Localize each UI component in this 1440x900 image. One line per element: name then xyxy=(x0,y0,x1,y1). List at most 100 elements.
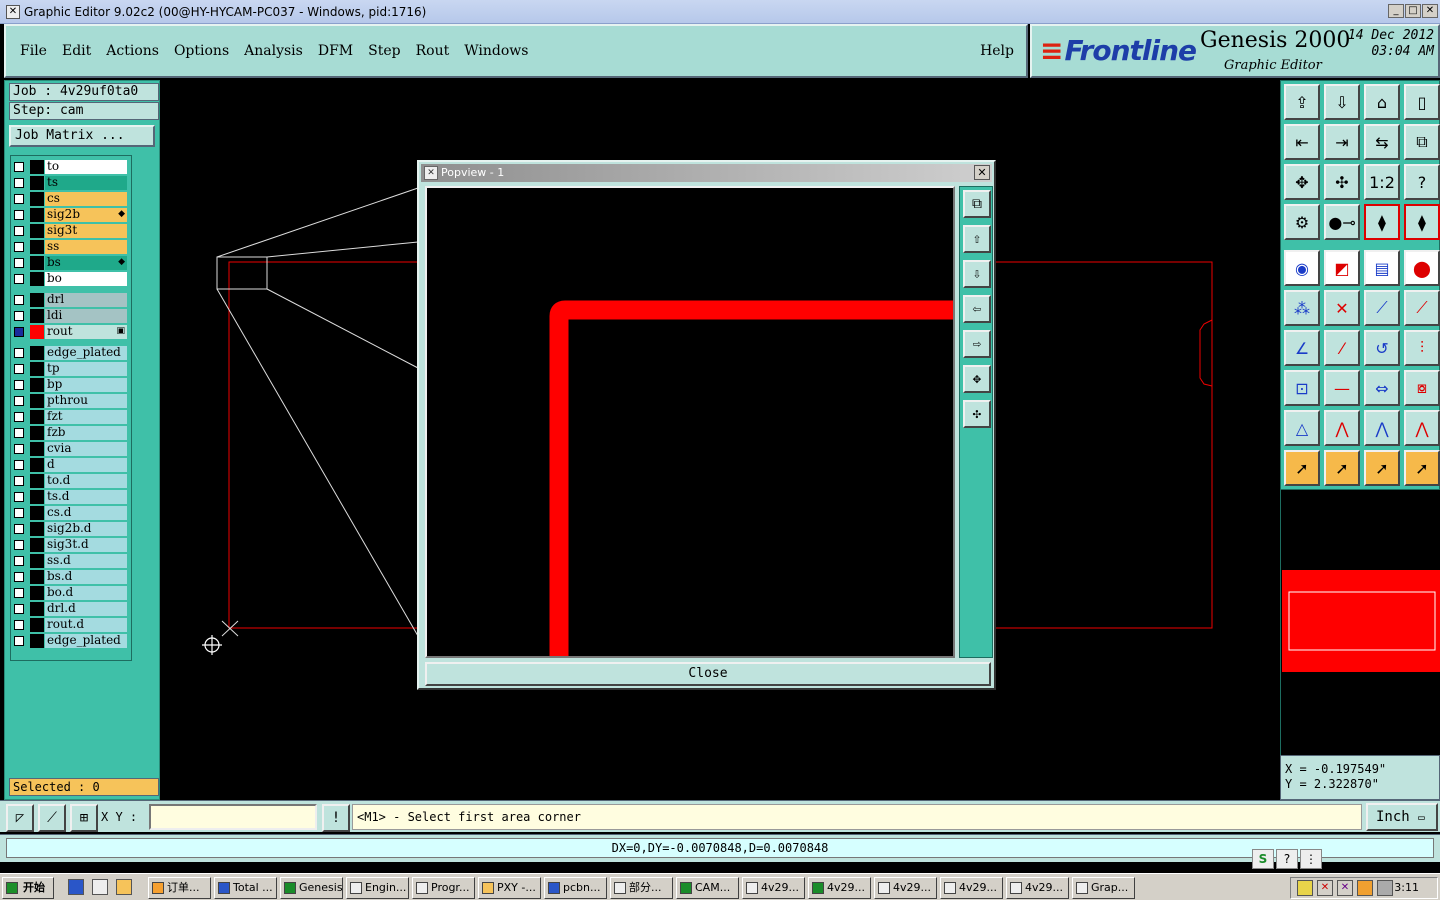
highlight-icon[interactable]: ◩ xyxy=(1324,250,1360,286)
minimize-icon[interactable]: _ xyxy=(1388,4,1404,18)
taskbar-item[interactable]: 4v29... xyxy=(808,877,871,899)
layer-color-swatch[interactable] xyxy=(30,490,44,504)
pointer-circle-icon[interactable]: ➚ xyxy=(1364,450,1400,486)
layer-row[interactable]: drl.d xyxy=(14,602,132,616)
taskbar-item[interactable]: Engin... xyxy=(346,877,409,899)
nodes-icon[interactable]: ⁂ xyxy=(1284,290,1320,326)
menu-windows[interactable]: Windows xyxy=(464,43,528,59)
menu-options[interactable]: Options xyxy=(174,43,229,59)
pop-pan-up-icon[interactable]: ⇧ xyxy=(963,225,991,253)
layer-row[interactable]: ss xyxy=(14,240,132,254)
layer-color-swatch[interactable] xyxy=(30,554,44,568)
layer-checkbox[interactable] xyxy=(14,508,24,518)
ime-icon[interactable]: S xyxy=(1252,849,1274,869)
layer-checkbox[interactable] xyxy=(14,210,24,220)
layer-checkbox[interactable] xyxy=(14,258,24,268)
layer-row[interactable]: ts.d xyxy=(14,490,132,504)
layer-name[interactable]: pthrou xyxy=(45,394,127,408)
layer-row[interactable]: to xyxy=(14,160,132,174)
layer-color-swatch[interactable] xyxy=(30,506,44,520)
select-dot-icon[interactable]: ◉ xyxy=(1284,250,1320,286)
layer-name[interactable]: to xyxy=(45,160,127,174)
layer-row[interactable]: ldi xyxy=(14,309,132,323)
layer-name[interactable]: ss xyxy=(45,240,127,254)
layer-name[interactable]: bp xyxy=(45,378,127,392)
taskbar-item[interactable]: 4v29... xyxy=(874,877,937,899)
layer-name[interactable]: ss.d xyxy=(45,554,127,568)
tray-app2-icon[interactable]: ✕ xyxy=(1317,880,1333,896)
menu-analysis[interactable]: Analysis xyxy=(244,43,303,59)
layer-row[interactable]: fzt xyxy=(14,410,132,424)
layer-row[interactable]: rout.d xyxy=(14,618,132,632)
layer-row[interactable]: sig3t xyxy=(14,224,132,238)
media-icon[interactable] xyxy=(116,879,132,895)
layer-checkbox[interactable] xyxy=(14,162,24,172)
connect2-icon[interactable]: ⟋ xyxy=(1404,290,1440,326)
layer-name[interactable]: fzb xyxy=(45,426,127,440)
layer-checkbox[interactable] xyxy=(14,476,24,486)
job-matrix-button[interactable]: Job Matrix ... xyxy=(9,125,155,147)
layer-color-swatch[interactable] xyxy=(30,602,44,616)
layer-color-swatch[interactable] xyxy=(30,256,44,270)
layer-name[interactable]: tp xyxy=(45,362,127,376)
layer-checkbox[interactable] xyxy=(14,226,24,236)
layer-color-swatch[interactable] xyxy=(30,309,44,323)
layer-row[interactable]: edge_plated xyxy=(14,346,132,360)
layer-color-swatch[interactable] xyxy=(30,442,44,456)
layer-color-swatch[interactable] xyxy=(30,325,44,339)
desktop-icon[interactable] xyxy=(92,879,108,895)
layer-checkbox[interactable] xyxy=(14,588,24,598)
ie-icon[interactable] xyxy=(68,879,84,895)
layer-row[interactable]: drl xyxy=(14,293,132,307)
layer-row[interactable]: sig3t.d xyxy=(14,538,132,552)
close-icon[interactable]: ✕ xyxy=(1422,4,1438,18)
layer-color-swatch[interactable] xyxy=(30,410,44,424)
right-icon[interactable]: ⇥ xyxy=(1324,124,1360,160)
title-bar[interactable]: ✕ Graphic Editor 9.02c2 (00@HY-HYCAM-PC0… xyxy=(0,0,1440,24)
connect-icon[interactable]: ⟋ xyxy=(1364,290,1400,326)
layer-name[interactable]: bo xyxy=(45,272,127,286)
layer-row[interactable]: rout ▣ xyxy=(14,325,132,339)
swap-icon[interactable]: ⇆ xyxy=(1364,124,1400,160)
left-icon[interactable]: ⇤ xyxy=(1284,124,1320,160)
overview-map[interactable] xyxy=(1280,490,1440,755)
grid-mode-icon[interactable]: ⊞ xyxy=(70,804,98,832)
home-icon[interactable]: ⌂ xyxy=(1364,84,1400,120)
layer-name[interactable]: cs xyxy=(45,192,127,206)
layer-checkbox[interactable] xyxy=(14,396,24,406)
layer-checkbox[interactable] xyxy=(14,636,24,646)
measure-mode-icon[interactable]: ⟋ xyxy=(38,804,66,832)
taskbar-item[interactable]: 订单... xyxy=(148,877,211,899)
triangle2-icon[interactable]: ⋀ xyxy=(1324,410,1360,446)
tray-app1-icon[interactable] xyxy=(1297,880,1313,896)
maximize-icon[interactable]: □ xyxy=(1405,4,1421,18)
layer-name[interactable]: cvia xyxy=(45,442,127,456)
layer-color-swatch[interactable] xyxy=(30,293,44,307)
layer-name[interactable]: rout.d xyxy=(45,618,127,632)
popview-close-button[interactable]: Close xyxy=(425,662,991,686)
layer-checkbox[interactable] xyxy=(14,492,24,502)
layer-checkbox[interactable] xyxy=(14,311,24,321)
resize-icon[interactable]: ⇔ xyxy=(1364,370,1400,406)
layer-row[interactable]: cs xyxy=(14,192,132,206)
layer-row[interactable]: bs.d xyxy=(14,570,132,584)
open-icon[interactable]: ⇪ xyxy=(1284,84,1320,120)
menu-file[interactable]: File xyxy=(20,43,47,59)
layer-checkbox[interactable] xyxy=(14,178,24,188)
layer-row[interactable]: sig2b ◆ xyxy=(14,208,132,222)
layer-row[interactable]: bo xyxy=(14,272,132,286)
cross-icon[interactable]: ✕ xyxy=(1324,290,1360,326)
layer-color-swatch[interactable] xyxy=(30,272,44,286)
layer-color-swatch[interactable] xyxy=(30,634,44,648)
taskbar-item[interactable]: 4v29... xyxy=(1006,877,1069,899)
layer-name[interactable]: edge_plated xyxy=(45,346,127,360)
pop-pan-right-icon[interactable]: ⇨ xyxy=(963,330,991,358)
layer-name[interactable]: sig2b ◆ xyxy=(45,208,127,222)
layer-checkbox[interactable] xyxy=(14,524,24,534)
layer-name[interactable]: sig3t xyxy=(45,224,127,238)
layer-color-swatch[interactable] xyxy=(30,538,44,552)
layer-checkbox[interactable] xyxy=(14,364,24,374)
layer-row[interactable]: ss.d xyxy=(14,554,132,568)
layer-name[interactable]: bs.d xyxy=(45,570,127,584)
menu-dfm[interactable]: DFM xyxy=(318,43,353,59)
